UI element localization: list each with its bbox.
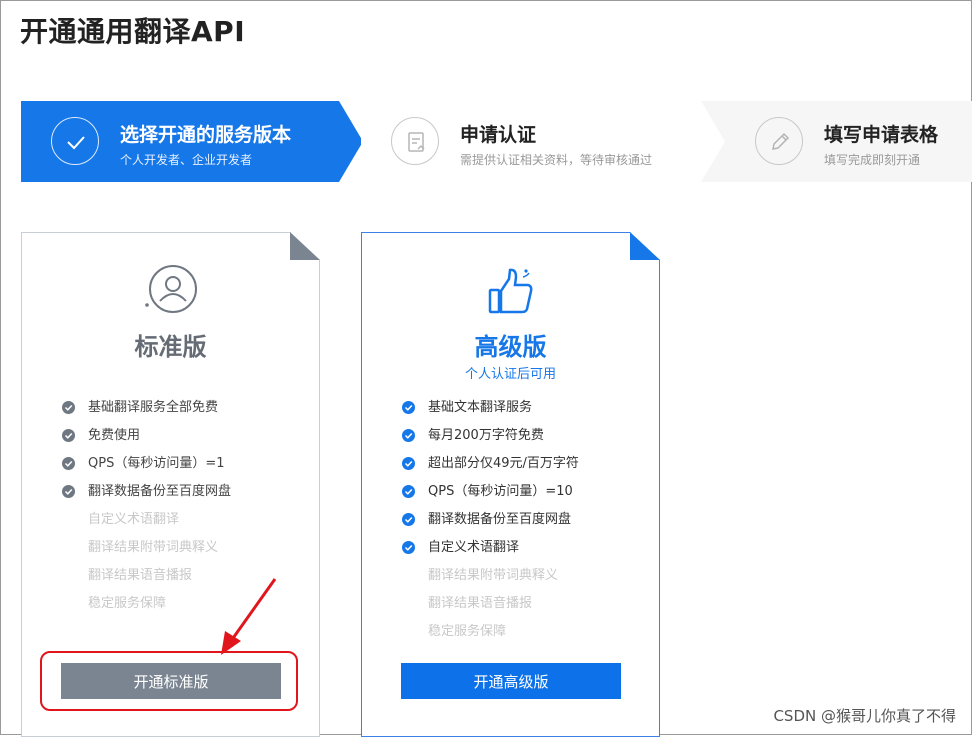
annotation-arrow [221,578,277,655]
feature-item: 自定义术语翻译 [402,538,579,566]
feature-item: 每月200万字符免费 [402,426,579,454]
annotation-highlight-box [40,651,298,711]
feature-item-disabled: 稳定服务保障 [88,596,167,611]
feature-item-disabled: 翻译结果语音播报 [88,568,193,583]
step-subtitle: 需提供认证相关资料，等待审核通过 [460,153,653,167]
steps-bar: 选择开通的服务版本 个人开发者、企业开发者 申请认证 需提供认证相关资料，等待审… [21,101,972,182]
step-fill-form: 填写申请表格 填写完成即刻开通 [701,101,972,182]
feature-item: 基础翻译服务全部免费 [62,398,231,426]
check-icon [62,457,75,470]
check-icon [402,513,415,526]
check-circle-icon [51,117,99,165]
card-corner-fold [290,232,320,260]
check-icon [402,485,415,498]
check-icon [62,401,75,414]
step-select-version: 选择开通的服务版本 个人开发者、企业开发者 [21,101,363,182]
check-icon [402,429,415,442]
card-corner-fold [630,232,660,260]
step-subtitle: 个人开发者、企业开发者 [120,153,253,167]
plan-card-advanced: 高级版 个人认证后可用 基础文本翻译服务 每月200万字符免费 超出部分仅49元… [361,232,660,737]
check-icon [62,485,75,498]
feature-item: 翻译数据备份至百度网盘 [402,510,579,538]
plan-name: 高级版 [474,333,547,361]
feature-item: 翻译数据备份至百度网盘 [62,482,231,510]
plan-note: 个人认证后可用 [464,367,556,382]
feature-item-disabled: 翻译结果附带词典释义 [88,540,219,555]
feature-item-disabled: 稳定服务保障 [428,624,507,639]
open-advanced-button[interactable]: 开通高级版 [401,663,621,699]
step-subtitle: 填写完成即刻开通 [824,153,921,167]
feature-item-disabled: 翻译结果语音播报 [428,596,533,611]
step-title: 填写申请表格 [824,124,939,146]
check-icon [62,429,75,442]
page-title: 开通通用翻译API [20,15,246,48]
feature-list: 基础翻译服务全部免费 免费使用 QPS（每秒访问量）=1 翻译数据备份至百度网盘… [62,398,231,622]
thumbs-up-icon [486,265,536,321]
feature-item: 超出部分仅49元/百万字符 [402,454,579,482]
watermark: CSDN @猴哥儿你真了不得 [773,707,956,725]
document-upload-icon [391,117,439,165]
check-icon [402,457,415,470]
step-title: 选择开通的服务版本 [120,124,292,146]
feature-item: QPS（每秒访问量）=10 [402,482,579,510]
feature-item: 基础文本翻译服务 [402,398,579,426]
feature-list: 基础文本翻译服务 每月200万字符免费 超出部分仅49元/百万字符 QPS（每秒… [402,398,579,650]
user-icon [143,265,199,319]
feature-item: 免费使用 [62,426,231,454]
feature-item-disabled: 自定义术语翻译 [88,512,180,527]
step-apply-auth: 申请认证 需提供认证相关资料，等待审核通过 [361,101,723,182]
plan-name: 标准版 [134,333,207,361]
pencil-icon [755,117,803,165]
check-icon [402,401,415,414]
feature-item-disabled: 翻译结果附带词典释义 [428,568,559,583]
feature-item: QPS（每秒访问量）=1 [62,454,231,482]
check-icon [402,541,415,554]
step-title: 申请认证 [460,124,537,146]
